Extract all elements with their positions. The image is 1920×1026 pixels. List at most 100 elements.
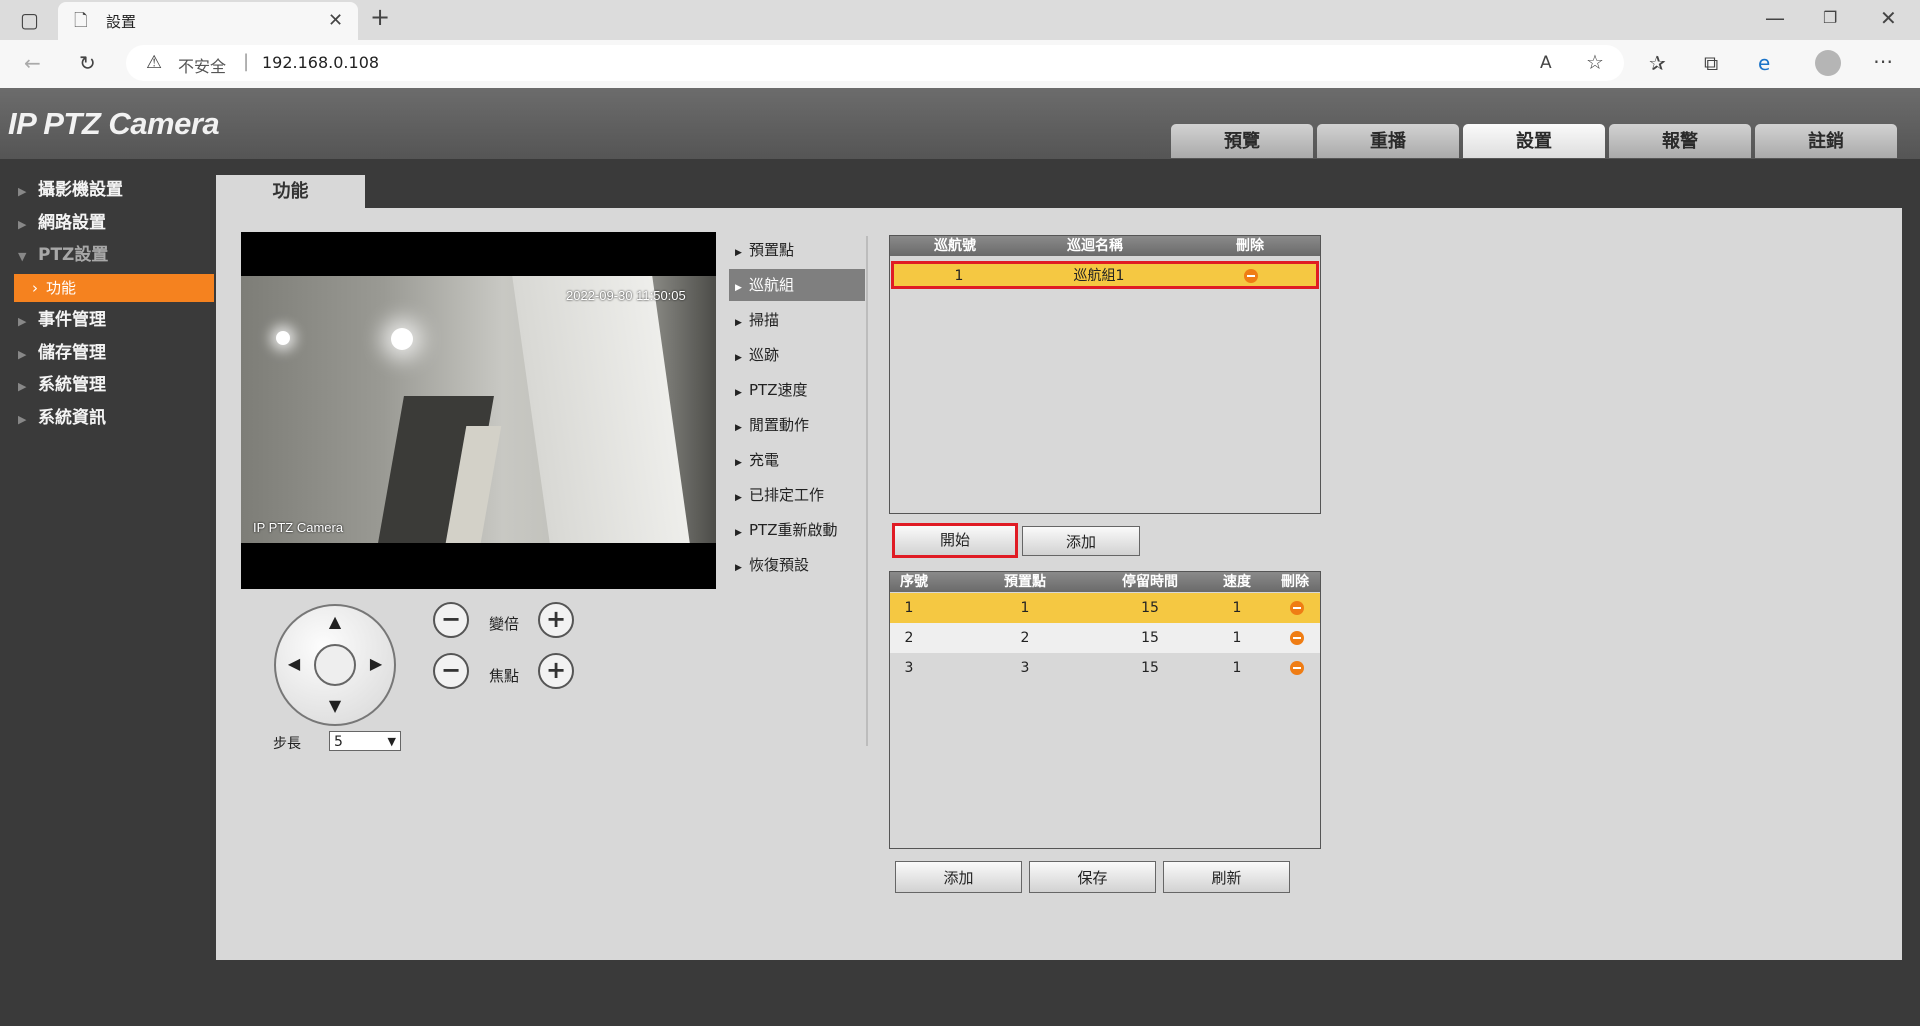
submenu-scan[interactable]: ▶ 掃描 [729,304,865,336]
delete-icon[interactable] [1241,264,1261,288]
delete-icon[interactable] [1287,653,1307,683]
header-tour-name: 巡迴名稱 [1067,238,1123,254]
sidebar-item-label: 系統管理 [38,375,106,395]
collections-icon[interactable]: ⧉ [1704,53,1718,73]
triangle-right-icon: ▶ [735,283,742,293]
delete-icon[interactable] [1287,623,1307,653]
profile-avatar[interactable] [1815,50,1841,76]
ptz-center-button[interactable] [314,644,356,686]
zoom-in-button[interactable]: + [538,602,574,638]
tab-alarm[interactable]: 報警 [1609,124,1751,158]
close-tab-icon[interactable]: ✕ [328,11,343,31]
sidebar-item-event[interactable]: ▶ 事件管理 [18,306,208,334]
tour-table-header: 巡航號 巡迴名稱 刪除 [890,236,1320,256]
submenu-scheduled-task[interactable]: ▶ 已排定工作 [729,479,865,511]
no-cell: 3 [904,660,914,676]
triangle-right-icon: ▶ [735,248,742,258]
add-tour-button[interactable]: 添加 [1022,526,1140,556]
sidebar-item-system[interactable]: ▶ 系統管理 [18,371,208,399]
tab-preview[interactable]: 預覽 [1171,124,1313,158]
browser-tab[interactable]: 🗋 設置 ✕ [58,2,358,40]
step-select[interactable]: 5 ▼ [329,731,401,751]
tour-name-cell: 巡航組1 [1073,268,1125,284]
submenu-restore-default[interactable]: ▶ 恢復預設 [729,549,865,581]
favorites-icon[interactable]: ✰ [1649,53,1666,73]
arrow-left-icon[interactable]: ◀ [284,654,304,673]
submenu-label: 預置點 [749,241,795,259]
sidebar-item-storage[interactable]: ▶ 儲存管理 [18,339,208,367]
sidebar-item-label: 儲存管理 [38,343,106,363]
focus-far-button[interactable]: + [538,653,574,689]
warning-icon: ⚠ [146,52,163,73]
save-button[interactable]: 保存 [1029,861,1156,893]
app-header: IP PTZ Camera 預覽 重播 設置 報警 註銷 [0,88,1920,159]
tab-logout[interactable]: 註銷 [1755,124,1897,158]
browser-tab-bar: ▢ 🗋 設置 ✕ + — ❐ ✕ [0,0,1920,40]
read-aloud-icon[interactable]: A [1540,53,1552,73]
start-tour-button[interactable]: 開始 [892,523,1018,558]
submenu-label: 閒置動作 [749,416,810,434]
browser-extension-icon[interactable]: e [1758,53,1770,73]
arrow-up-icon[interactable]: ▲ [325,612,345,631]
submenu-charge[interactable]: ▶ 充電 [729,444,865,476]
delete-icon[interactable] [1287,593,1307,623]
zoom-out-button[interactable]: − [433,602,469,638]
add-preset-button[interactable]: 添加 [895,861,1022,893]
step-label: 步長 [273,736,301,752]
header-tour-no: 巡航號 [934,238,976,254]
content-tab-function[interactable]: 功能 [216,175,365,209]
triangle-right-icon: ▶ [735,528,742,538]
minimize-icon[interactable]: — [1765,8,1785,28]
header-no: 序號 [900,574,928,590]
submenu-label: PTZ速度 [749,381,808,399]
zoom-label: 變倍 [489,615,520,633]
sidebar-item-camera[interactable]: ▶ 攝影機設置 [18,176,208,204]
submenu-ptz-speed[interactable]: ▶ PTZ速度 [729,374,865,406]
preset-cell: 1 [1020,600,1030,616]
tab-playback[interactable]: 重播 [1317,124,1459,158]
table-row[interactable]: 1 巡航組1 [891,261,1319,289]
speed-cell: 1 [1232,630,1242,646]
sidebar-subitem-function[interactable]: › 功能 [14,274,214,302]
sidebar-item-network[interactable]: ▶ 網路設置 [18,209,208,237]
sidebar-item-ptz[interactable]: ▼ PTZ設置 [18,241,208,269]
arrow-down-icon[interactable]: ▼ [325,696,345,715]
back-icon[interactable]: ← [24,53,41,73]
preset-cell: 2 [1020,630,1030,646]
restore-icon[interactable]: ❐ [1823,8,1837,28]
focus-near-button[interactable]: − [433,653,469,689]
submenu-tour[interactable]: ▶ 巡航組 [729,269,865,301]
table-row[interactable]: 3 3 15 1 [890,653,1320,683]
sidebar-item-info[interactable]: ▶ 系統資訊 [18,404,208,432]
preset-table-header: 序號 預置點 停留時間 速度 刪除 [890,572,1320,592]
window-close-icon[interactable]: ✕ [1880,8,1897,28]
collapse-arrow-icon: ▼ [18,250,27,263]
speed-cell: 1 [1232,600,1242,616]
ptz-direction-pad[interactable]: ▲ ▼ ◀ ▶ [274,604,396,726]
more-menu-icon[interactable]: ⋯ [1873,51,1893,71]
url-separator: | [243,51,250,72]
address-bar-row: ← ↻ ⚠ 不安全 | 192.168.0.108 A ☆ ✰ ⧉ e ⋯ [0,40,1920,89]
expand-arrow-icon: ▶ [18,413,27,426]
dwell-cell: 15 [1141,660,1159,676]
tab-actions-icon[interactable]: ▢ [20,10,39,30]
submenu-preset[interactable]: ▶ 預置點 [729,234,865,266]
table-row[interactable]: 2 2 15 1 [890,623,1320,653]
submenu-pattern[interactable]: ▶ 巡跡 [729,339,865,371]
table-row[interactable]: 1 1 15 1 [890,593,1320,623]
triangle-right-icon: ▶ [735,388,742,398]
reload-icon[interactable]: ↻ [79,53,96,73]
refresh-button[interactable]: 刷新 [1163,861,1290,893]
submenu-ptz-restart[interactable]: ▶ PTZ重新啟動 [729,514,865,546]
arrow-right-icon[interactable]: ▶ [366,654,386,673]
expand-arrow-icon: ▶ [18,185,27,198]
add-favorite-icon[interactable]: ☆ [1586,52,1604,72]
address-field[interactable]: ⚠ 不安全 | 192.168.0.108 A ☆ [126,45,1624,81]
tab-settings[interactable]: 設置 [1463,124,1605,158]
camera-image [241,276,716,543]
dwell-cell: 15 [1141,630,1159,646]
submenu-idle-motion[interactable]: ▶ 閒置動作 [729,409,865,441]
submenu-label: 巡跡 [749,346,780,364]
triangle-right-icon: ▶ [735,493,742,503]
new-tab-icon[interactable]: + [370,5,390,29]
